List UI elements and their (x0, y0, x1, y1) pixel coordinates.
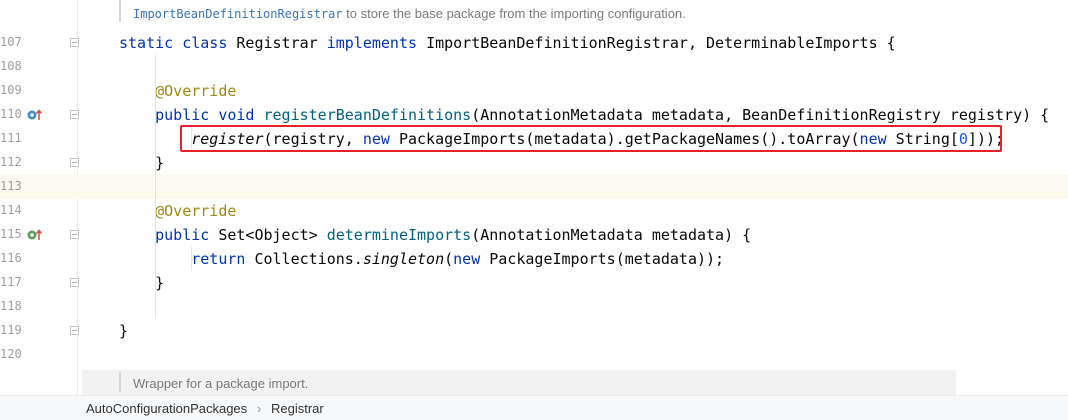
code-line[interactable]: 107 static class Registrar implements Imp… (0, 31, 1068, 55)
code-line[interactable]: 119} (0, 319, 1068, 343)
doc-bar (119, 0, 121, 22)
indent-guide (155, 55, 156, 319)
line-number: 119 (0, 323, 22, 337)
breadcrumb: AutoConfigurationPackages › Registrar (0, 395, 1068, 420)
code-text[interactable]: @Override (119, 81, 236, 101)
line-number: 117 (0, 275, 22, 289)
code-line[interactable]: 108 (0, 55, 1068, 79)
fold-marker-icon[interactable] (70, 326, 79, 335)
code-line[interactable]: 113 (0, 175, 1068, 199)
code-text[interactable]: public Set<Object> determineImports(Anno… (119, 225, 751, 245)
code-line[interactable]: 116 return Collections.singleton(new Pac… (0, 247, 1068, 271)
line-number: 120 (0, 347, 22, 361)
breadcrumb-item-registrar[interactable]: Registrar (271, 401, 324, 416)
code-line[interactable]: 117 } (0, 271, 1068, 295)
javadoc-rendered-top: ImportBeanDefinitionRegistrar to store t… (0, 0, 1068, 26)
fold-marker-icon[interactable] (70, 230, 79, 239)
fold-marker-icon[interactable] (70, 110, 79, 119)
indent-guide (191, 247, 192, 271)
breadcrumb-item-autoconfigurationpackages[interactable]: AutoConfigurationPackages (86, 401, 247, 416)
fold-marker-icon[interactable] (70, 158, 79, 167)
code-text[interactable]: } (119, 273, 164, 293)
line-number: 107 (0, 35, 22, 49)
javadoc-text: Wrapper for a package import. (133, 376, 309, 391)
code-text[interactable]: return Collections.singleton(new Package… (119, 249, 724, 269)
highlight-annotation-box (180, 125, 1002, 152)
line-number: 111 (0, 131, 22, 145)
code-line[interactable]: 114 @Override (0, 199, 1068, 223)
override-implements-icon[interactable] (26, 107, 42, 123)
code-text[interactable]: public void registerBeanDefinitions(Anno… (119, 105, 1049, 125)
line-number: 110 (0, 107, 22, 121)
fold-marker-icon[interactable] (70, 38, 79, 47)
javadoc-sentence: to store the base package from the impor… (342, 6, 686, 21)
line-number: 118 (0, 299, 22, 313)
code-line[interactable]: 109 @Override (0, 79, 1068, 103)
code-line[interactable]: 118 (0, 295, 1068, 319)
javadoc-link[interactable]: ImportBeanDefinitionRegistrar (133, 7, 343, 21)
code-line[interactable]: 115 public Set<Object> determineImports(… (0, 223, 1068, 247)
line-number: 108 (0, 59, 22, 73)
line-number: 116 (0, 251, 22, 265)
line-number: 112 (0, 155, 22, 169)
implements-method-icon[interactable] (26, 227, 42, 243)
code-editor[interactable]: ImportBeanDefinitionRegistrar to store t… (0, 0, 1068, 395)
breadcrumb-separator: › (257, 401, 262, 416)
line-number: 113 (0, 179, 22, 193)
line-number: 109 (0, 83, 22, 97)
code-line[interactable]: 110 public void registerBeanDefinitions(… (0, 103, 1068, 127)
code-text[interactable]: } (119, 153, 164, 173)
doc-bar (119, 372, 121, 392)
fold-marker-icon[interactable] (70, 278, 79, 287)
javadoc-rendered-bottom: Wrapper for a package import. (82, 370, 956, 395)
javadoc-text: ImportBeanDefinitionRegistrar to store t… (133, 6, 686, 21)
code-text[interactable]: } (119, 321, 128, 341)
code-line[interactable]: 112 } (0, 151, 1068, 175)
line-number: 114 (0, 203, 22, 217)
code-line[interactable]: 120 (0, 343, 1068, 367)
code-text[interactable]: static class Registrar implements Import… (119, 33, 896, 53)
line-number: 115 (0, 227, 22, 241)
code-text[interactable]: @Override (119, 201, 236, 221)
